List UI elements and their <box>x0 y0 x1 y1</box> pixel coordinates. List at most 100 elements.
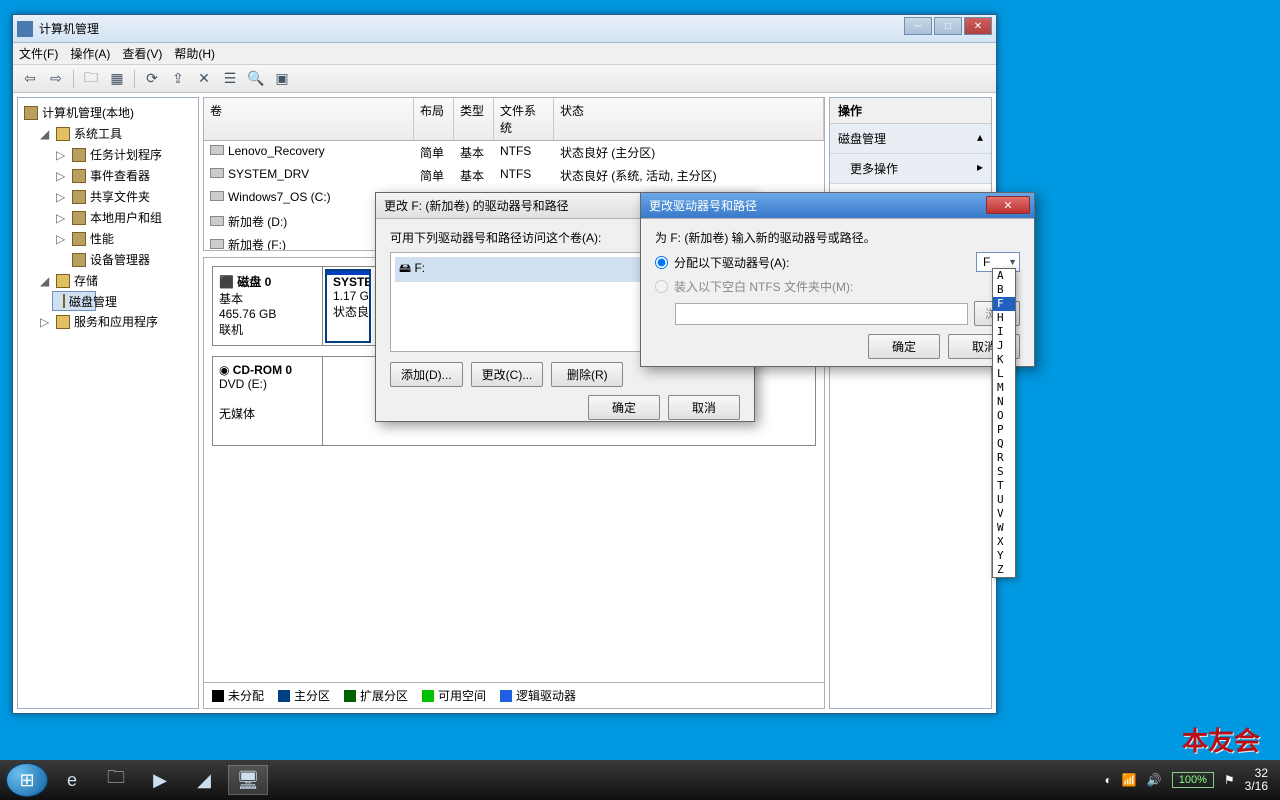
menubar: 文件(F) 操作(A) 查看(V) 帮助(H) <box>13 43 996 65</box>
letter-option[interactable]: F <box>993 297 1015 311</box>
taskbar: ⊞ e 🗀 ▶ ◢ 🖥 ◐ 📶 🔊 100% ⚑ 323/16 <box>0 760 1280 800</box>
flag-icon[interactable]: ⚑ <box>1224 773 1235 787</box>
explorer-icon[interactable]: 🗀 <box>96 765 136 795</box>
volume-icon[interactable]: 🔊 <box>1147 773 1162 787</box>
letter-option[interactable]: Q <box>993 437 1015 451</box>
up-icon[interactable]: 🗀 <box>80 68 102 90</box>
titlebar[interactable]: 计算机管理 ─ □ ✕ <box>13 15 996 43</box>
letter-option[interactable]: N <box>993 395 1015 409</box>
col-volume[interactable]: 卷 <box>204 98 414 140</box>
nav-tree[interactable]: 计算机管理(本地) ◢系统工具 ▷任务计划程序 ▷事件查看器 ▷共享文件夹 ▷本… <box>17 97 199 709</box>
tree-scheduler[interactable]: ▷任务计划程序 <box>52 144 196 165</box>
toolbar: ⇦ ⇨ 🗀 ▦ ⟳ ⇪ ✕ ☰ 🔍 ▣ <box>13 65 996 93</box>
tree-diskmgmt[interactable]: 磁盘管理 <box>52 291 96 311</box>
letter-option[interactable]: H <box>993 311 1015 325</box>
letter-option[interactable]: U <box>993 493 1015 507</box>
system-tray[interactable]: ◐ 📶 🔊 100% ⚑ 323/16 <box>1105 767 1274 793</box>
letter-option[interactable]: K <box>993 353 1015 367</box>
letter-option[interactable]: L <box>993 367 1015 381</box>
network-icon[interactable]: 📶 <box>1122 773 1137 787</box>
menu-file[interactable]: 文件(F) <box>19 45 58 62</box>
detail-icon[interactable]: 🔍 <box>245 68 267 90</box>
dialog2-close-button[interactable]: ✕ <box>986 196 1030 214</box>
letter-option[interactable]: A <box>993 269 1015 283</box>
letter-option[interactable]: B <box>993 283 1015 297</box>
radio-mount-folder[interactable]: 装入以下空白 NTFS 文件夹中(M): <box>655 278 1020 295</box>
table-row[interactable]: Lenovo_Recovery简单基本NTFS状态良好 (主分区) <box>204 141 824 164</box>
watermark: 本友会 <box>1182 721 1260 758</box>
dialog2-msg: 为 F: (新加卷) 输入新的驱动器号或路径。 <box>655 229 1020 246</box>
dialog2-ok-button[interactable]: 确定 <box>868 334 940 359</box>
cancel-button[interactable]: 取消 <box>668 395 740 420</box>
col-status[interactable]: 状态 <box>554 98 824 140</box>
forward-icon[interactable]: ⇨ <box>45 68 67 90</box>
close-button[interactable]: ✕ <box>964 17 992 35</box>
radio-assign-letter[interactable]: 分配以下驱动器号(A): F▼ <box>655 252 1020 272</box>
tree-users[interactable]: ▷本地用户和组 <box>52 207 196 228</box>
assign-letter-dialog: 更改驱动器号和路径 ✕ 为 F: (新加卷) 输入新的驱动器号或路径。 分配以下… <box>640 192 1035 367</box>
minimize-button[interactable]: ─ <box>904 17 932 35</box>
partition[interactable]: SYSTE1.17 G状态良 <box>325 269 371 343</box>
letter-option[interactable]: Y <box>993 549 1015 563</box>
tree-root[interactable]: 计算机管理(本地) <box>20 102 196 123</box>
maximize-button[interactable]: □ <box>934 17 962 35</box>
letter-option[interactable]: M <box>993 381 1015 395</box>
remove-button[interactable]: 删除(R) <box>551 362 623 387</box>
dialog2-titlebar[interactable]: 更改驱动器号和路径 ✕ <box>641 193 1034 219</box>
table-row[interactable]: SYSTEM_DRV简单基本NTFS状态良好 (系统, 活动, 主分区) <box>204 164 824 187</box>
mgmt-taskbar-icon[interactable]: 🖥 <box>228 765 268 795</box>
battery-indicator[interactable]: 100% <box>1172 772 1214 788</box>
menu-action[interactable]: 操作(A) <box>70 45 110 62</box>
col-type[interactable]: 类型 <box>454 98 494 140</box>
tree-perf[interactable]: ▷性能 <box>52 228 196 249</box>
tree-services[interactable]: ▷服务和应用程序 <box>36 311 196 332</box>
change-button[interactable]: 更改(C)... <box>471 362 544 387</box>
letter-option[interactable]: S <box>993 465 1015 479</box>
legend: 未分配 主分区 扩展分区 可用空间 逻辑驱动器 <box>203 683 825 709</box>
add-button[interactable]: 添加(D)... <box>390 362 463 387</box>
tray-icon[interactable]: ◐ <box>1105 773 1112 787</box>
letter-option[interactable]: J <box>993 339 1015 353</box>
col-layout[interactable]: 布局 <box>414 98 454 140</box>
letter-option[interactable]: R <box>993 451 1015 465</box>
letter-option[interactable]: W <box>993 521 1015 535</box>
list-icon[interactable]: ☰ <box>219 68 241 90</box>
tree-eventviewer[interactable]: ▷事件查看器 <box>52 165 196 186</box>
letter-option[interactable]: X <box>993 535 1015 549</box>
menu-view[interactable]: 查看(V) <box>122 45 162 62</box>
help-icon[interactable]: ▣ <box>271 68 293 90</box>
props-icon[interactable]: ▦ <box>106 68 128 90</box>
tree-shared[interactable]: ▷共享文件夹 <box>52 186 196 207</box>
col-fs[interactable]: 文件系统 <box>494 98 554 140</box>
letter-dropdown-list[interactable]: ABFHIJKLMNOPQRSTUVWXYZ <box>992 268 1016 578</box>
disk-0-info: ⬛ 磁盘 0 基本 465.76 GB 联机 <box>213 267 323 345</box>
media-icon[interactable]: ▶ <box>140 765 180 795</box>
back-icon[interactable]: ⇦ <box>19 68 41 90</box>
letter-option[interactable]: P <box>993 423 1015 437</box>
actions-header: 操作 <box>830 98 991 124</box>
tree-devmgr[interactable]: 设备管理器 <box>52 249 196 270</box>
radio-assign-input[interactable] <box>655 256 668 269</box>
tree-systools[interactable]: ◢系统工具 <box>36 123 196 144</box>
start-button[interactable]: ⊞ <box>6 763 48 797</box>
refresh-icon[interactable]: ⟳ <box>141 68 163 90</box>
export-icon[interactable]: ⇪ <box>167 68 189 90</box>
letter-option[interactable]: Z <box>993 563 1015 577</box>
delete-icon[interactable]: ✕ <box>193 68 215 90</box>
app-icon <box>17 21 33 37</box>
folder-path-input <box>675 303 968 325</box>
app-icon-1[interactable]: ◢ <box>184 765 224 795</box>
letter-option[interactable]: I <box>993 325 1015 339</box>
actions-more[interactable]: 更多操作▸ <box>830 154 991 184</box>
letter-option[interactable]: V <box>993 507 1015 521</box>
actions-pane: 操作 磁盘管理▴ 更多操作▸ <box>829 97 992 709</box>
volume-header: 卷 布局 类型 文件系统 状态 <box>203 97 825 141</box>
ie-icon[interactable]: e <box>52 765 92 795</box>
menu-help[interactable]: 帮助(H) <box>174 45 215 62</box>
tree-storage[interactable]: ◢存储 <box>36 270 196 291</box>
letter-option[interactable]: T <box>993 479 1015 493</box>
letter-option[interactable]: O <box>993 409 1015 423</box>
ok-button[interactable]: 确定 <box>588 395 660 420</box>
actions-group[interactable]: 磁盘管理▴ <box>830 124 991 154</box>
clock[interactable]: 323/16 <box>1245 767 1268 793</box>
